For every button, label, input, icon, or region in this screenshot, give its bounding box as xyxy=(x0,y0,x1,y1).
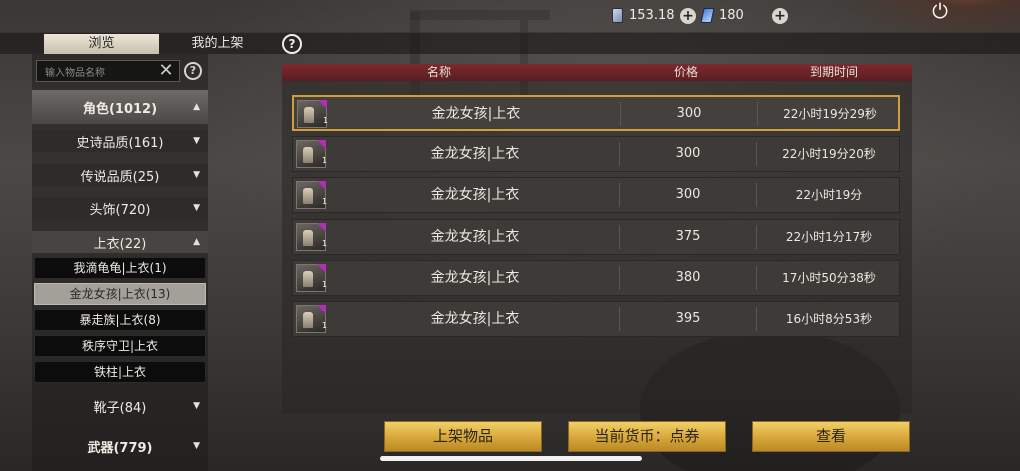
category-role[interactable]: 角色(1012) ▲ xyxy=(32,90,208,124)
category-boots[interactable]: 靴子(84) ▼ xyxy=(32,394,208,418)
rarity-marker xyxy=(317,223,326,232)
coupon-icon xyxy=(612,8,623,23)
card-amount: 180 xyxy=(719,8,744,23)
item-quantity: 1 xyxy=(322,156,328,165)
category-label: 史诗品质(161) xyxy=(76,135,164,151)
category-epic[interactable]: 史诗品质(161) ▼ xyxy=(32,130,208,152)
chevron-down-icon: ▼ xyxy=(193,170,200,180)
table-row[interactable]: 1 金龙女孩|上衣 380 17小时50分38秒 xyxy=(292,260,900,296)
table-row[interactable]: 1 金龙女孩|上衣 300 22小时19分29秒 xyxy=(292,95,900,131)
category-label: 头饰(720) xyxy=(89,202,151,218)
tab-strip: 浏览 我的上架 ? xyxy=(0,32,1020,54)
item-name: 金龙女孩|上衣 xyxy=(430,187,520,203)
item-price: 380 xyxy=(619,266,757,290)
shirt-icon xyxy=(304,107,314,123)
search-box: ✕ xyxy=(36,60,180,84)
currency-coupon: 153.18 xyxy=(612,8,675,23)
tab-my-listings[interactable]: 我的上架 xyxy=(170,34,265,54)
chevron-up-icon: ▲ xyxy=(193,237,200,247)
item-quantity: 1 xyxy=(322,239,328,248)
list-item[interactable]: 秩序守卫|上衣 xyxy=(34,335,206,357)
currency-card: 180 xyxy=(700,8,744,23)
category-headwear[interactable]: 头饰(720) ▼ xyxy=(32,197,208,219)
currency-bar: 153.18 + 180 + ⏻ xyxy=(0,0,1020,32)
table-header: 名称 价格 到期时间 xyxy=(282,64,912,81)
list-item[interactable]: 铁柱|上衣 xyxy=(34,361,206,383)
item-quantity: 1 xyxy=(323,116,329,125)
table-row[interactable]: 1 金龙女孩|上衣 375 22小时1分17秒 xyxy=(292,219,900,255)
chevron-down-icon: ▼ xyxy=(193,441,200,451)
item-price: 300 xyxy=(619,183,757,207)
category-label: 靴子(84) xyxy=(93,400,147,416)
item-price: 300 xyxy=(620,102,758,126)
item-name: 金龙女孩|上衣 xyxy=(430,229,520,245)
listing-panel: 名称 价格 到期时间 1 金龙女孩|上衣 300 22小时19分29秒 1 金龙… xyxy=(282,64,912,414)
shirt-icon xyxy=(303,230,313,246)
chevron-up-icon: ▲ xyxy=(193,102,200,112)
item-expire: 22小时1分17秒 xyxy=(785,230,873,244)
category-tops[interactable]: 上衣(22) ▲ xyxy=(32,231,208,253)
category-label: 上衣(22) xyxy=(93,236,147,252)
category-label: 传说品质(25) xyxy=(80,169,160,185)
header-name: 名称 xyxy=(427,65,452,79)
chevron-down-icon: ▼ xyxy=(193,401,200,411)
category-label: 武器(779) xyxy=(87,440,153,456)
item-price: 375 xyxy=(619,225,757,249)
table-row[interactable]: 1 金龙女孩|上衣 300 22小时19分 xyxy=(292,177,900,213)
category-legendary[interactable]: 传说品质(25) ▼ xyxy=(32,164,208,186)
category-label: 角色(1012) xyxy=(82,101,158,117)
item-expire: 22小时19分20秒 xyxy=(782,147,876,161)
category-sidebar: ✕ ? 角色(1012) ▲ 史诗品质(161) ▼ 传说品质(25) ▼ 头饰… xyxy=(32,54,208,471)
rarity-marker xyxy=(318,100,327,109)
power-icon[interactable]: ⏻ xyxy=(926,0,954,24)
shirt-icon xyxy=(303,188,313,204)
item-quantity: 1 xyxy=(322,321,328,330)
item-price: 395 xyxy=(619,307,757,331)
shirt-icon xyxy=(303,312,313,328)
item-expire: 16小时8分53秒 xyxy=(785,312,873,326)
clear-search-icon[interactable]: ✕ xyxy=(157,61,175,81)
item-expire: 22小时19分 xyxy=(795,188,863,202)
table-row[interactable]: 1 金龙女孩|上衣 300 22小时19分20秒 xyxy=(292,136,900,172)
item-quantity: 1 xyxy=(322,280,328,289)
table-row[interactable]: 1 金龙女孩|上衣 395 16小时8分53秒 xyxy=(292,301,900,337)
item-name: 金龙女孩|上衣 xyxy=(431,106,521,122)
rarity-marker xyxy=(317,140,326,149)
rarity-marker xyxy=(317,305,326,314)
chevron-down-icon: ▼ xyxy=(193,136,200,146)
item-expire: 22小时19分29秒 xyxy=(783,107,877,121)
header-expire: 到期时间 xyxy=(810,65,859,79)
list-item-selected[interactable]: 金龙女孩|上衣(13) xyxy=(34,283,206,305)
category-weapons[interactable]: 武器(779) ▼ xyxy=(32,434,208,458)
header-price: 价格 xyxy=(674,65,699,79)
add-coupon-button[interactable]: + xyxy=(680,8,696,24)
help-icon[interactable]: ? xyxy=(282,34,302,54)
home-indicator[interactable] xyxy=(380,456,642,461)
list-item[interactable]: 暴走族|上衣(8) xyxy=(34,309,206,331)
view-button[interactable]: 查看 xyxy=(752,421,910,452)
item-expire: 17小时50分38秒 xyxy=(782,271,876,285)
coupon-amount: 153.18 xyxy=(629,8,675,23)
card-icon xyxy=(700,8,715,23)
search-input[interactable] xyxy=(37,63,147,84)
item-name: 金龙女孩|上衣 xyxy=(430,270,520,286)
add-card-button[interactable]: + xyxy=(772,8,788,24)
search-help-icon[interactable]: ? xyxy=(184,62,202,80)
item-name: 金龙女孩|上衣 xyxy=(430,146,520,162)
shirt-icon xyxy=(303,271,313,287)
currency-button[interactable]: 当前货币：点券 xyxy=(568,421,726,452)
item-quantity: 1 xyxy=(322,197,328,206)
rarity-marker xyxy=(317,264,326,273)
rarity-marker xyxy=(317,181,326,190)
shirt-icon xyxy=(303,147,313,163)
chevron-down-icon: ▼ xyxy=(193,203,200,213)
list-item-button[interactable]: 上架物品 xyxy=(384,421,542,452)
tab-browse[interactable]: 浏览 xyxy=(44,34,159,54)
list-item[interactable]: 我滴龟龟|上衣(1) xyxy=(34,257,206,279)
item-price: 300 xyxy=(619,142,757,166)
item-name: 金龙女孩|上衣 xyxy=(430,311,520,327)
